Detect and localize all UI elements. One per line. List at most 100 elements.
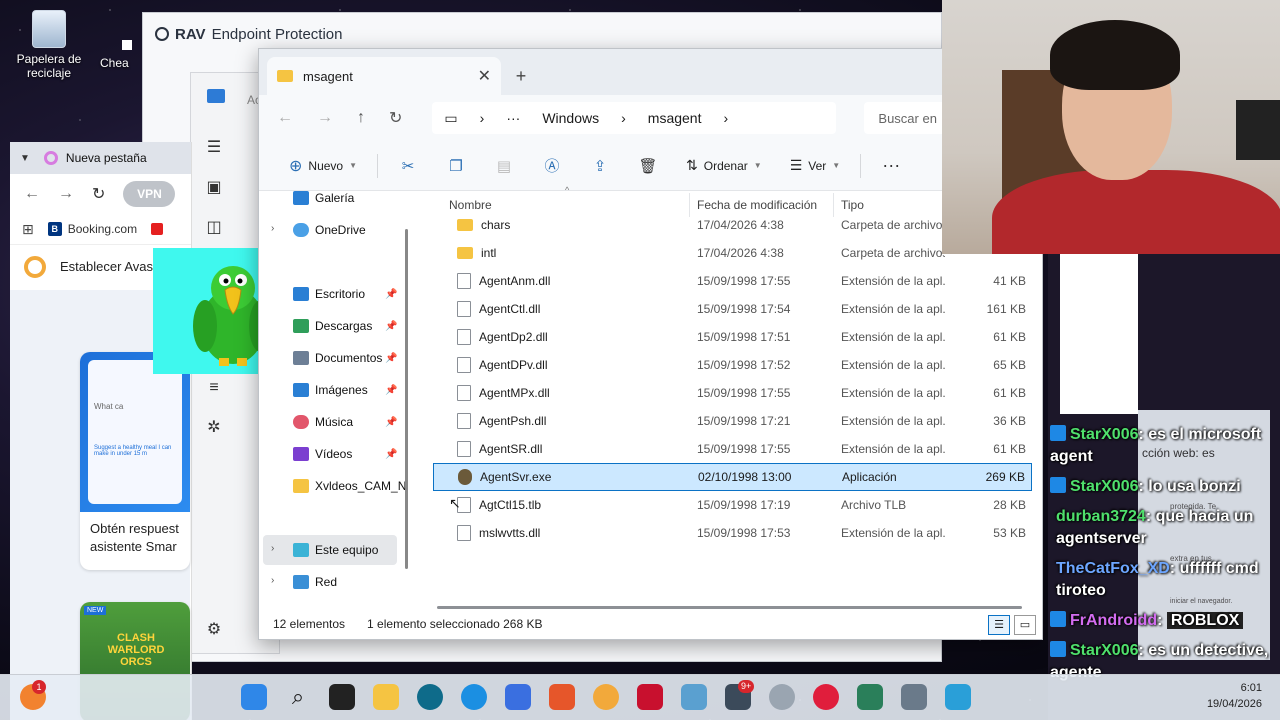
explorer-tab[interactable]: msagent ✕	[267, 57, 501, 95]
app-taskbar-icon[interactable]	[857, 684, 883, 710]
nav-item-descargas[interactable]: Descargas	[293, 319, 372, 333]
paste-icon[interactable]: ▤	[480, 157, 528, 175]
search-icon[interactable]: ⌕	[285, 684, 311, 710]
nav-item-documentos[interactable]: Documentos	[293, 351, 382, 365]
pin-icon[interactable]: 📌	[385, 353, 397, 364]
start-icon[interactable]	[241, 684, 267, 710]
pin-icon[interactable]: 📌	[385, 417, 397, 428]
app-taskbar-icon[interactable]	[769, 684, 795, 710]
tab-menu-chevron-icon[interactable]: ▼	[20, 153, 30, 164]
avast-browser-taskbar-icon[interactable]	[593, 684, 619, 710]
tiles-view-icon[interactable]: ▭	[1014, 615, 1036, 635]
shortcut-desktop-icon[interactable]: Chea	[100, 40, 142, 70]
breadcrumb-windows[interactable]: Windows	[542, 110, 599, 126]
file-row-selected[interactable]: AgentSvr.exe 02/10/1998 13:00 Aplicación 26…	[433, 463, 1032, 491]
up-icon[interactable]: ↑	[357, 109, 365, 127]
task-view-icon[interactable]	[329, 684, 355, 710]
file-row[interactable]: AgentDPv.dll 15/09/1998 17:52 Extensión de…	[433, 351, 1032, 379]
more-path-icon[interactable]: ···	[506, 110, 520, 126]
file-row[interactable]: mslwvtts.dll 15/09/1998 17:53 Extensión de…	[433, 519, 1032, 547]
chat-text: lo usa bonzi	[1148, 478, 1241, 495]
app-taskbar-icon[interactable]	[945, 684, 971, 710]
chevron-right-icon[interactable]: ›	[271, 543, 274, 554]
bookmark-booking[interactable]: B Booking.com	[47, 222, 137, 236]
recycle-bin-desktop-icon[interactable]: Papelera de reciclaje	[12, 10, 86, 80]
mcafee-taskbar-icon[interactable]	[637, 684, 663, 710]
refresh-icon[interactable]: ↻	[389, 108, 402, 128]
settings-gear-icon[interactable]: ⚙	[204, 620, 224, 640]
more-options-icon[interactable]: ···	[867, 155, 915, 176]
list-icon[interactable]: ≡	[204, 378, 224, 398]
file-row[interactable]: AgentAnm.dll 15/09/1998 17:55 Extensión de…	[433, 267, 1032, 295]
opera-taskbar-icon[interactable]	[813, 684, 839, 710]
pin-icon[interactable]: 📌	[385, 321, 397, 332]
rename-icon[interactable]: Ⓐ	[528, 155, 576, 176]
shield-taskbar-icon[interactable]	[901, 684, 927, 710]
back-arrow-icon[interactable]: ←	[24, 185, 40, 203]
file-name: AgentCtl.dll	[479, 302, 541, 316]
file-row[interactable]: AgentPsh.dll 15/09/1998 17:21 Extensión de…	[433, 407, 1032, 435]
copy-icon[interactable]: ❐	[432, 157, 480, 175]
puzzle-icon[interactable]: ✲	[204, 418, 224, 438]
app-logo-icon	[207, 89, 225, 103]
file-row[interactable]: AgentSR.dll 15/09/1998 17:55 Extensión de …	[433, 435, 1032, 463]
chevron-right-icon[interactable]: ›	[271, 575, 274, 586]
store-taskbar-icon[interactable]	[505, 684, 531, 710]
pin-icon[interactable]: 📌	[385, 289, 397, 300]
pages-icon[interactable]: ▣	[204, 178, 224, 198]
file-row[interactable]: AgentMPx.dll 15/09/1998 17:55 Extensión de…	[433, 379, 1032, 407]
nav-item-red[interactable]: Red	[293, 575, 337, 589]
forward-icon[interactable]: →	[317, 109, 333, 127]
browser-tab[interactable]: Nueva pestaña	[43, 151, 147, 165]
edge-taskbar-icon[interactable]	[461, 684, 487, 710]
nav-item-onedrive[interactable]: OneDrive	[293, 223, 366, 237]
stream-chat: StarX006: es el microsoft agent StarX006…	[1050, 424, 1278, 684]
back-icon[interactable]: ←	[277, 109, 293, 127]
nav-item-folder[interactable]: Xvldeos_CAM_N	[293, 479, 406, 493]
view-button[interactable]: ☰ Ver ▼	[776, 151, 855, 181]
file-date: 15/09/1998 17:52	[697, 358, 791, 372]
reload-icon[interactable]: ↻	[92, 184, 105, 204]
file-row[interactable]: AgtCtl15.tlb 15/09/1998 17:19 Archivo TLB 2…	[433, 491, 1032, 519]
apps-grid-icon[interactable]: ⊞	[22, 221, 34, 238]
assistant-card[interactable]: What ca Suggest a healthy meal I can mak…	[80, 352, 190, 570]
file-row[interactable]: AgentDp2.dll 15/09/1998 17:51 Extensión de…	[433, 323, 1032, 351]
app-taskbar-icon[interactable]	[417, 684, 443, 710]
nav-item-escritorio[interactable]: Escritorio	[293, 287, 365, 301]
app-taskbar-icon[interactable]	[681, 684, 707, 710]
file-explorer-taskbar-icon[interactable]	[373, 684, 399, 710]
delete-icon[interactable]: 🗑	[624, 157, 672, 175]
column-date[interactable]: Fecha de modificación	[697, 198, 817, 212]
nav-scrollbar[interactable]	[405, 229, 408, 569]
close-tab-icon[interactable]: ✕	[478, 66, 491, 86]
column-type[interactable]: Tipo	[841, 198, 864, 212]
pin-icon[interactable]: 📌	[385, 385, 397, 396]
menu-icon[interactable]: ☰	[204, 138, 224, 158]
nav-item-musica[interactable]: Música	[293, 415, 353, 429]
sort-button[interactable]: ⇅ Ordenar ▼	[672, 151, 776, 181]
forward-arrow-icon[interactable]: →	[58, 185, 74, 203]
new-button[interactable]: ⊕ Nuevo ▼	[275, 151, 371, 181]
nav-item-galeria[interactable]: Galería	[293, 191, 354, 205]
share-icon[interactable]: ⇪	[576, 157, 624, 175]
vpn-toggle[interactable]: VPN	[123, 181, 176, 207]
column-name[interactable]: Nombre	[449, 198, 492, 212]
file-date: 15/09/1998 17:54	[697, 302, 791, 316]
chevron-right-icon[interactable]: ›	[723, 110, 728, 126]
activity-icon[interactable]: ◫	[204, 218, 224, 238]
nav-item-este-equipo[interactable]: Este equipo	[293, 543, 378, 557]
nav-item-imagenes[interactable]: Imágenes	[293, 383, 368, 397]
nav-item-videos[interactable]: Vídeos	[293, 447, 352, 461]
bookmark-red-icon[interactable]	[151, 223, 164, 235]
pin-icon[interactable]: 📌	[385, 449, 397, 460]
system-clock[interactable]: 6:01 19/04/2026	[1207, 680, 1262, 712]
file-row[interactable]: AgentCtl.dll 15/09/1998 17:54 Extensión de…	[433, 295, 1032, 323]
new-tab-button[interactable]: +	[501, 57, 541, 95]
address-bar[interactable]: ▭ › ··· Windows › msagent ›	[432, 102, 837, 134]
cut-icon[interactable]: ✂	[384, 157, 432, 175]
chevron-right-icon[interactable]: ›	[271, 223, 274, 234]
breadcrumb-msagent[interactable]: msagent	[648, 110, 702, 126]
details-view-icon[interactable]: ☰	[988, 615, 1010, 635]
bk-taskbar-icon[interactable]	[549, 684, 575, 710]
dll-file-icon	[457, 525, 471, 541]
